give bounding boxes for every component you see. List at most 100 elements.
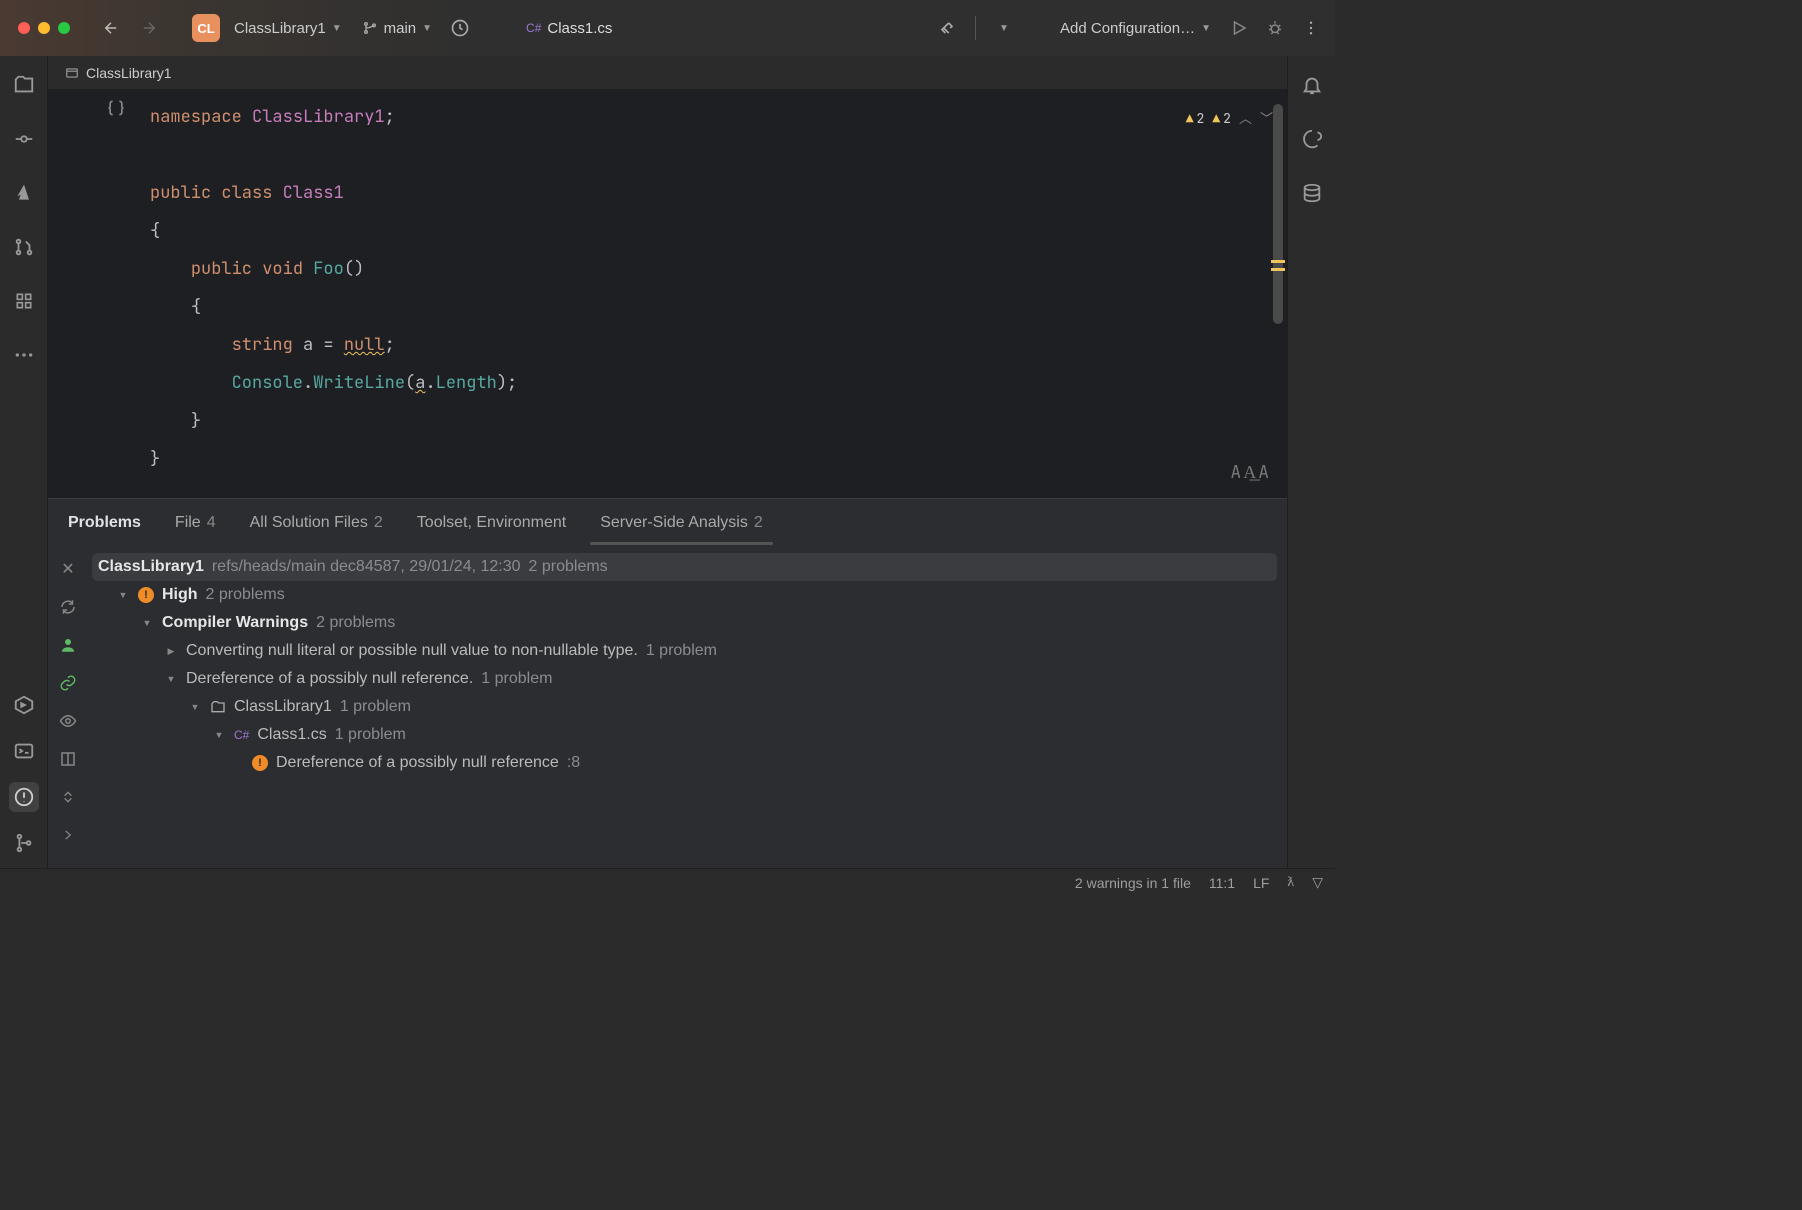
status-warnings[interactable]: 2 warnings in 1 file bbox=[1075, 875, 1191, 891]
warning-icon: ▲ bbox=[1186, 100, 1194, 138]
expand-collapse-icon[interactable] bbox=[56, 785, 80, 809]
build-button[interactable] bbox=[933, 14, 961, 42]
ai-assistant-icon[interactable] bbox=[1297, 124, 1327, 154]
main-toolbar: CL ClassLibrary1 ▼ main ▼ C# Class1.cs ▼… bbox=[0, 0, 1335, 56]
structure-gutter bbox=[94, 90, 142, 498]
tree-folder[interactable]: ClassLibrary1 1 problem bbox=[92, 693, 1277, 721]
commit-tool-icon[interactable] bbox=[9, 124, 39, 154]
build-menu-chevron[interactable]: ▼ bbox=[990, 14, 1018, 42]
close-panel-icon[interactable]: ✕ bbox=[56, 557, 80, 581]
minimize-window[interactable] bbox=[38, 22, 50, 34]
run-config-label: Add Configuration… bbox=[1060, 20, 1195, 37]
tree-severity-high[interactable]: ! High 2 problems bbox=[92, 581, 1277, 609]
chevron-down-icon[interactable] bbox=[188, 701, 202, 713]
zoom-window[interactable] bbox=[58, 22, 70, 34]
link-icon[interactable] bbox=[56, 671, 80, 695]
braces-icon[interactable] bbox=[106, 98, 126, 118]
status-caret[interactable]: 11:1 bbox=[1209, 875, 1235, 891]
project-badge[interactable]: CL bbox=[192, 14, 220, 42]
collapse-up-icon[interactable]: ︿ bbox=[1239, 100, 1252, 138]
editor-gutter bbox=[48, 90, 94, 498]
structure-tool-icon[interactable] bbox=[9, 286, 39, 316]
warning-marker[interactable] bbox=[1271, 260, 1285, 263]
csharp-file-icon: C# bbox=[526, 21, 541, 35]
branch-selector[interactable]: main ▼ bbox=[356, 20, 438, 37]
warning-icon: ▲ bbox=[1212, 100, 1220, 138]
breadcrumb-label: ClassLibrary1 bbox=[86, 65, 172, 81]
status-readonly-icon[interactable]: ƛ bbox=[1287, 875, 1294, 891]
window-controls bbox=[18, 22, 70, 34]
severity-high-icon: ! bbox=[252, 755, 268, 771]
problems-tool-icon[interactable] bbox=[9, 782, 39, 812]
tree-warning-2[interactable]: Dereference of a possibly null reference… bbox=[92, 665, 1277, 693]
tree-file[interactable]: C# Class1.cs 1 problem bbox=[92, 721, 1277, 749]
run-config-selector[interactable]: Add Configuration… ▼ bbox=[1054, 20, 1217, 37]
refresh-icon[interactable] bbox=[56, 595, 80, 619]
problems-title: Problems bbox=[68, 502, 141, 544]
tree-leaf-issue[interactable]: ! Dereference of a possibly null referen… bbox=[92, 749, 1277, 777]
nav-back-button[interactable] bbox=[96, 13, 126, 43]
expand-down-icon[interactable]: ﹀ bbox=[1260, 100, 1273, 138]
database-icon[interactable] bbox=[1297, 178, 1327, 208]
font-size-indicator[interactable]: AA͟A bbox=[1230, 454, 1271, 492]
chevron-down-icon[interactable] bbox=[212, 729, 226, 741]
problems-tree: ClassLibrary1 refs/heads/main dec84587, … bbox=[88, 547, 1287, 868]
more-tools-icon[interactable] bbox=[9, 340, 39, 370]
status-inspections-icon[interactable]: ▽ bbox=[1312, 874, 1323, 891]
status-eol[interactable]: LF bbox=[1253, 875, 1269, 891]
tab-all-solution[interactable]: All Solution Files2 bbox=[250, 502, 383, 544]
tree-header-row[interactable]: ClassLibrary1 refs/heads/main dec84587, … bbox=[92, 553, 1277, 581]
chevron-down-icon: ▼ bbox=[1201, 23, 1211, 34]
chevron-right-icon[interactable] bbox=[164, 645, 178, 657]
tree-warning-1[interactable]: Converting null literal or possible null… bbox=[92, 637, 1277, 665]
recent-files-button[interactable] bbox=[446, 14, 474, 42]
file-name: Class1.cs bbox=[547, 20, 612, 37]
close-window[interactable] bbox=[18, 22, 30, 34]
project-name: ClassLibrary1 bbox=[234, 20, 326, 37]
tab-server-side[interactable]: Server-Side Analysis2 bbox=[600, 502, 763, 544]
vcs-tool-icon[interactable] bbox=[9, 828, 39, 858]
open-file-tab[interactable]: C# Class1.cs bbox=[520, 20, 618, 37]
chevron-down-icon: ▼ bbox=[332, 23, 342, 34]
problems-panel: Problems File4 All Solution Files2 Tools… bbox=[48, 498, 1287, 868]
tab-toolset[interactable]: Toolset, Environment bbox=[417, 502, 566, 544]
editor-area: namespace ClassLibrary1; public class Cl… bbox=[48, 90, 1287, 498]
user-icon[interactable] bbox=[56, 633, 80, 657]
left-tool-rail bbox=[0, 56, 48, 868]
terminal-tool-icon[interactable] bbox=[9, 736, 39, 766]
services-tool-icon[interactable] bbox=[9, 690, 39, 720]
chevron-down-icon: ▼ bbox=[422, 23, 432, 34]
run-button[interactable] bbox=[1225, 14, 1253, 42]
layout-icon[interactable] bbox=[56, 747, 80, 771]
chevron-down-icon[interactable] bbox=[140, 617, 154, 629]
nav-forward-button[interactable] bbox=[134, 13, 164, 43]
right-tool-rail bbox=[1287, 56, 1335, 868]
project-selector[interactable]: ClassLibrary1 ▼ bbox=[228, 20, 348, 37]
tab-file[interactable]: File4 bbox=[175, 502, 216, 544]
preview-icon[interactable] bbox=[56, 709, 80, 733]
chevron-down-icon[interactable] bbox=[116, 589, 130, 601]
status-bar: 2 warnings in 1 file 11:1 LF ƛ ▽ bbox=[0, 868, 1335, 896]
code-editor[interactable]: namespace ClassLibrary1; public class Cl… bbox=[142, 90, 1287, 498]
chevron-down-icon[interactable] bbox=[164, 673, 178, 685]
problems-tabs: Problems File4 All Solution Files2 Tools… bbox=[48, 499, 1287, 547]
project-tool-icon[interactable] bbox=[9, 70, 39, 100]
branch-icon bbox=[362, 20, 378, 36]
azure-tool-icon[interactable] bbox=[9, 178, 39, 208]
severity-high-icon: ! bbox=[138, 587, 154, 603]
editor-scrollbar[interactable] bbox=[1273, 104, 1283, 324]
notifications-icon[interactable] bbox=[1297, 70, 1327, 100]
folder-icon bbox=[210, 699, 226, 715]
window-icon bbox=[64, 66, 80, 80]
breadcrumb-root[interactable]: ClassLibrary1 bbox=[56, 63, 180, 83]
csharp-file-icon: C# bbox=[234, 728, 249, 742]
tree-compiler-warnings[interactable]: Compiler Warnings 2 problems bbox=[92, 609, 1277, 637]
next-icon[interactable] bbox=[56, 823, 80, 847]
warning-marker[interactable] bbox=[1271, 268, 1285, 271]
problems-side-toolbar: ✕ bbox=[48, 547, 88, 868]
branch-name: main bbox=[384, 20, 417, 37]
more-menu[interactable] bbox=[1297, 14, 1325, 42]
inspection-widget[interactable]: ▲2 ▲2 ︿ ﹀ bbox=[1186, 100, 1273, 138]
debug-button[interactable] bbox=[1261, 14, 1289, 42]
pull-requests-icon[interactable] bbox=[9, 232, 39, 262]
